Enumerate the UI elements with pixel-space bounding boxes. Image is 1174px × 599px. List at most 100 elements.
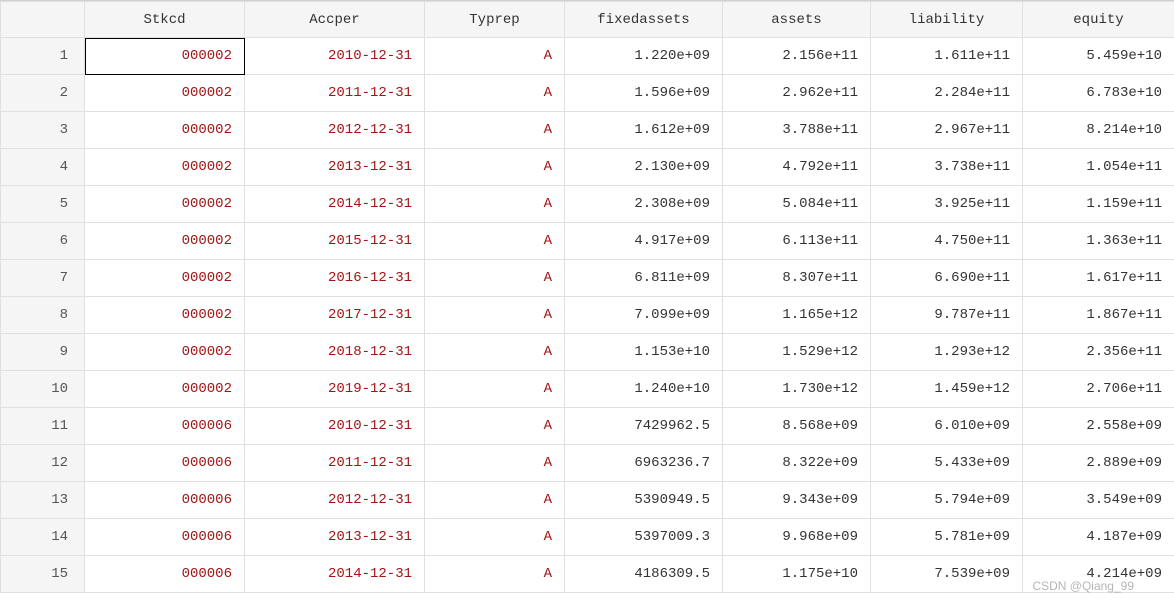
table-row[interactable]: 30000022012-12-31A1.612e+093.788e+112.96…	[1, 112, 1174, 149]
cell-stkcd[interactable]: 000002	[85, 260, 245, 297]
cell-stkcd[interactable]: 000002	[85, 38, 245, 75]
cell-typrep[interactable]: A	[425, 482, 565, 519]
cell-accper[interactable]: 2014-12-31	[245, 186, 425, 223]
table-row[interactable]: 100000022019-12-31A1.240e+101.730e+121.4…	[1, 371, 1174, 408]
rownum-header[interactable]	[1, 2, 85, 38]
cell-equity[interactable]: 4.214e+09	[1023, 556, 1174, 593]
cell-fixedassets[interactable]: 6963236.7	[565, 445, 723, 482]
cell-typrep[interactable]: A	[425, 408, 565, 445]
row-number[interactable]: 15	[1, 556, 85, 593]
cell-equity[interactable]: 1.867e+11	[1023, 297, 1174, 334]
data-table[interactable]: Stkcd Accper Typrep fixedassets assets l…	[0, 1, 1174, 593]
cell-stkcd[interactable]: 000002	[85, 297, 245, 334]
cell-fixedassets[interactable]: 7429962.5	[565, 408, 723, 445]
row-number[interactable]: 8	[1, 297, 85, 334]
cell-accper[interactable]: 2013-12-31	[245, 149, 425, 186]
cell-assets[interactable]: 9.343e+09	[723, 482, 871, 519]
cell-accper[interactable]: 2010-12-31	[245, 408, 425, 445]
cell-liability[interactable]: 6.690e+11	[871, 260, 1023, 297]
cell-assets[interactable]: 3.788e+11	[723, 112, 871, 149]
cell-assets[interactable]: 1.175e+10	[723, 556, 871, 593]
cell-accper[interactable]: 2014-12-31	[245, 556, 425, 593]
cell-fixedassets[interactable]: 1.596e+09	[565, 75, 723, 112]
cell-liability[interactable]: 3.738e+11	[871, 149, 1023, 186]
cell-liability[interactable]: 2.284e+11	[871, 75, 1023, 112]
cell-liability[interactable]: 5.781e+09	[871, 519, 1023, 556]
table-row[interactable]: 70000022016-12-31A6.811e+098.307e+116.69…	[1, 260, 1174, 297]
cell-assets[interactable]: 1.730e+12	[723, 371, 871, 408]
cell-assets[interactable]: 2.156e+11	[723, 38, 871, 75]
table-row[interactable]: 80000022017-12-31A7.099e+091.165e+129.78…	[1, 297, 1174, 334]
cell-liability[interactable]: 3.925e+11	[871, 186, 1023, 223]
cell-equity[interactable]: 5.459e+10	[1023, 38, 1174, 75]
col-header-assets[interactable]: assets	[723, 2, 871, 38]
cell-accper[interactable]: 2011-12-31	[245, 445, 425, 482]
table-row[interactable]: 50000022014-12-31A2.308e+095.084e+113.92…	[1, 186, 1174, 223]
cell-fixedassets[interactable]: 4186309.5	[565, 556, 723, 593]
cell-accper[interactable]: 2019-12-31	[245, 371, 425, 408]
table-row[interactable]: 140000062013-12-31A5397009.39.968e+095.7…	[1, 519, 1174, 556]
cell-assets[interactable]: 5.084e+11	[723, 186, 871, 223]
cell-typrep[interactable]: A	[425, 112, 565, 149]
cell-equity[interactable]: 4.187e+09	[1023, 519, 1174, 556]
cell-assets[interactable]: 8.322e+09	[723, 445, 871, 482]
col-header-typrep[interactable]: Typrep	[425, 2, 565, 38]
row-number[interactable]: 2	[1, 75, 85, 112]
table-row[interactable]: 60000022015-12-31A4.917e+096.113e+114.75…	[1, 223, 1174, 260]
table-row[interactable]: 40000022013-12-31A2.130e+094.792e+113.73…	[1, 149, 1174, 186]
cell-stkcd[interactable]: 000002	[85, 223, 245, 260]
cell-stkcd[interactable]: 000006	[85, 519, 245, 556]
cell-stkcd[interactable]: 000006	[85, 445, 245, 482]
cell-assets[interactable]: 9.968e+09	[723, 519, 871, 556]
cell-typrep[interactable]: A	[425, 445, 565, 482]
cell-accper[interactable]: 2012-12-31	[245, 482, 425, 519]
cell-equity[interactable]: 2.558e+09	[1023, 408, 1174, 445]
row-number[interactable]: 1	[1, 38, 85, 75]
cell-liability[interactable]: 4.750e+11	[871, 223, 1023, 260]
cell-liability[interactable]: 2.967e+11	[871, 112, 1023, 149]
cell-typrep[interactable]: A	[425, 223, 565, 260]
table-row[interactable]: 20000022011-12-31A1.596e+092.962e+112.28…	[1, 75, 1174, 112]
row-number[interactable]: 3	[1, 112, 85, 149]
row-number[interactable]: 7	[1, 260, 85, 297]
table-row[interactable]: 120000062011-12-31A6963236.78.322e+095.4…	[1, 445, 1174, 482]
cell-assets[interactable]: 2.962e+11	[723, 75, 871, 112]
cell-assets[interactable]: 1.529e+12	[723, 334, 871, 371]
table-row[interactable]: 90000022018-12-31A1.153e+101.529e+121.29…	[1, 334, 1174, 371]
row-number[interactable]: 13	[1, 482, 85, 519]
cell-stkcd[interactable]: 000006	[85, 408, 245, 445]
cell-liability[interactable]: 1.611e+11	[871, 38, 1023, 75]
cell-typrep[interactable]: A	[425, 186, 565, 223]
cell-stkcd[interactable]: 000002	[85, 186, 245, 223]
cell-typrep[interactable]: A	[425, 149, 565, 186]
cell-liability[interactable]: 1.459e+12	[871, 371, 1023, 408]
col-header-equity[interactable]: equity	[1023, 2, 1174, 38]
cell-equity[interactable]: 3.549e+09	[1023, 482, 1174, 519]
cell-liability[interactable]: 1.293e+12	[871, 334, 1023, 371]
cell-accper[interactable]: 2013-12-31	[245, 519, 425, 556]
col-header-accper[interactable]: Accper	[245, 2, 425, 38]
cell-equity[interactable]: 1.054e+11	[1023, 149, 1174, 186]
cell-equity[interactable]: 8.214e+10	[1023, 112, 1174, 149]
cell-liability[interactable]: 9.787e+11	[871, 297, 1023, 334]
cell-accper[interactable]: 2018-12-31	[245, 334, 425, 371]
cell-liability[interactable]: 6.010e+09	[871, 408, 1023, 445]
cell-equity[interactable]: 2.356e+11	[1023, 334, 1174, 371]
cell-liability[interactable]: 5.794e+09	[871, 482, 1023, 519]
cell-typrep[interactable]: A	[425, 371, 565, 408]
cell-assets[interactable]: 6.113e+11	[723, 223, 871, 260]
cell-typrep[interactable]: A	[425, 297, 565, 334]
cell-stkcd[interactable]: 000002	[85, 112, 245, 149]
cell-accper[interactable]: 2012-12-31	[245, 112, 425, 149]
row-number[interactable]: 6	[1, 223, 85, 260]
cell-assets[interactable]: 8.568e+09	[723, 408, 871, 445]
cell-accper[interactable]: 2016-12-31	[245, 260, 425, 297]
cell-assets[interactable]: 4.792e+11	[723, 149, 871, 186]
cell-fixedassets[interactable]: 1.220e+09	[565, 38, 723, 75]
cell-stkcd[interactable]: 000002	[85, 371, 245, 408]
table-row[interactable]: 110000062010-12-31A7429962.58.568e+096.0…	[1, 408, 1174, 445]
cell-liability[interactable]: 7.539e+09	[871, 556, 1023, 593]
cell-equity[interactable]: 1.159e+11	[1023, 186, 1174, 223]
table-row[interactable]: 10000022010-12-31A1.220e+092.156e+111.61…	[1, 38, 1174, 75]
row-number[interactable]: 9	[1, 334, 85, 371]
